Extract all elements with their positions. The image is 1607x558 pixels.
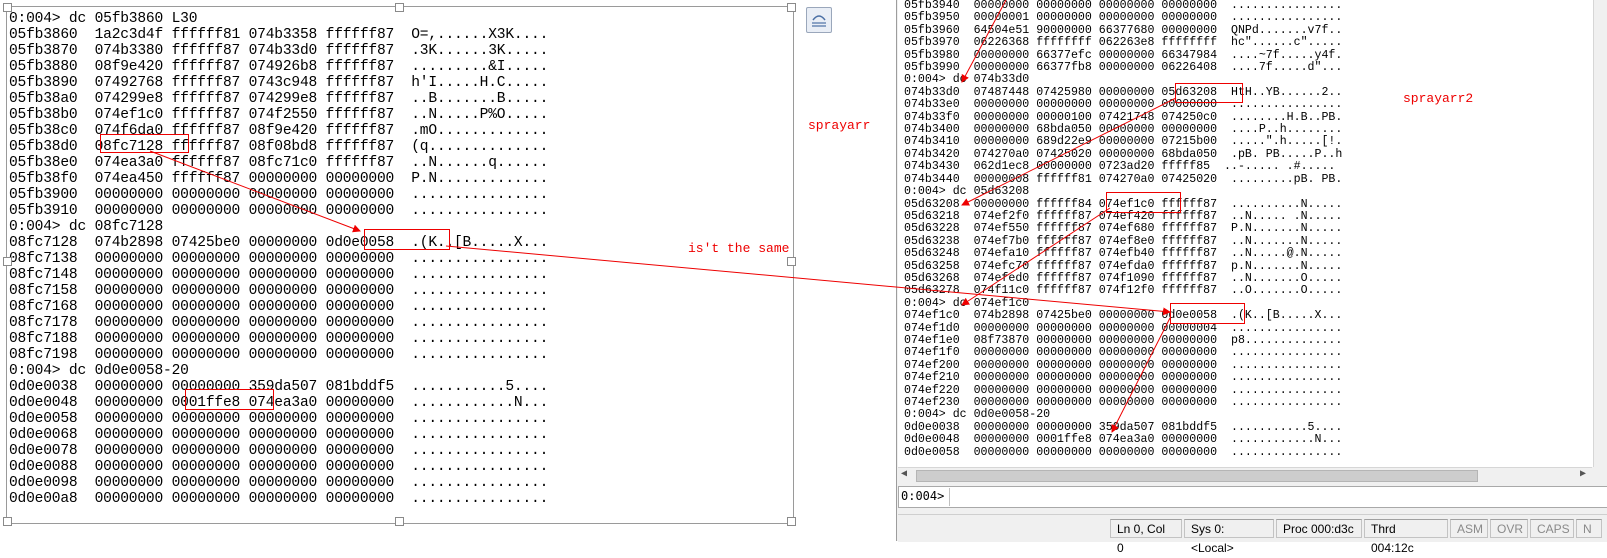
label-sprayarr2: sprayarr2 (1403, 91, 1474, 106)
arrow-to-0d0e0058 (149, 150, 361, 233)
arrow-same-value (445, 245, 1171, 316)
label-sprayarr: sprayarr (808, 118, 871, 133)
arrow-to-074b33d0 (961, 0, 1007, 83)
arrow-to-05d63208 (961, 97, 1177, 206)
arrow-to-0d0e0038 (1111, 317, 1171, 433)
label-same: is't the same (688, 241, 790, 256)
arrow-to-074ef1c0 (961, 207, 1111, 306)
annotation-arrows (149, 0, 1177, 433)
